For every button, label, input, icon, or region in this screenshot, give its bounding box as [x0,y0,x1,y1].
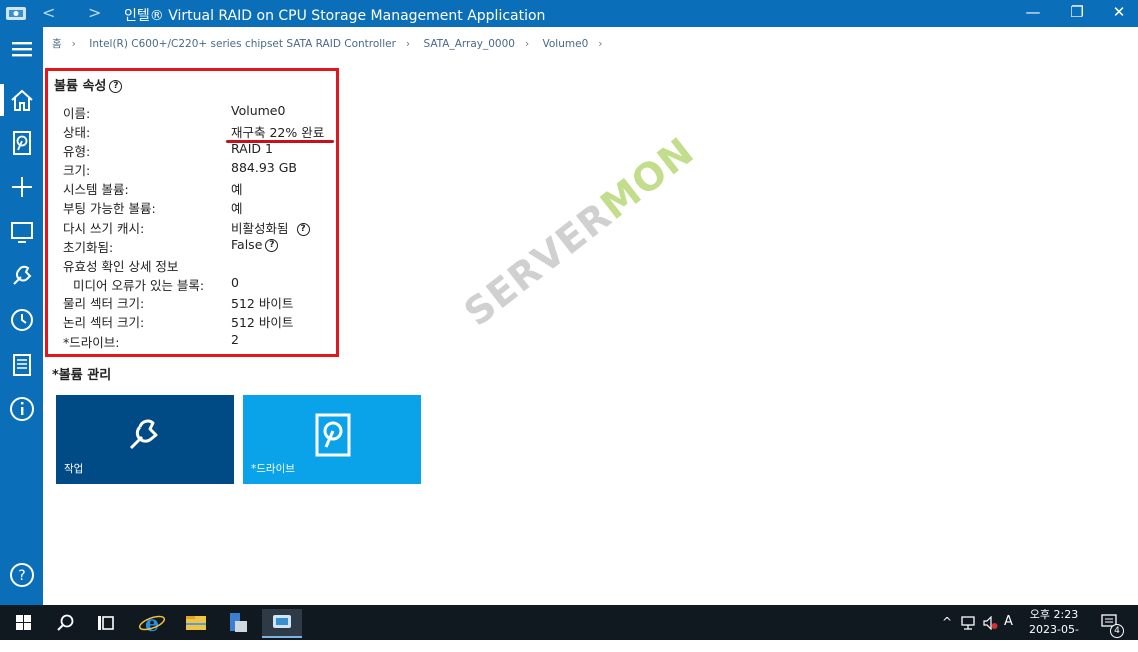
wrench-icon[interactable] [8,262,36,290]
prop-value-drives: 2 [231,332,239,347]
breadcrumb-volume[interactable]: Volume0 [543,38,589,50]
task-view-icon[interactable] [86,609,126,636]
forward-button[interactable]: > [88,3,101,22]
prop-value-initialized: False? [231,237,279,252]
plus-icon[interactable] [8,173,36,201]
taskbar-clock[interactable]: 오후 2:23 2023-05-11 [1024,607,1084,652]
monitor-icon[interactable] [8,218,36,246]
clock-date: 2023-05-11 [1029,623,1079,651]
menu-icon[interactable] [8,35,36,63]
prop-label-physical-sector: 물리 섹터 크기: [63,296,145,311]
help-icon[interactable]: ? [109,80,123,93]
prop-label-size: 크기: [63,163,91,178]
back-button[interactable]: < [42,3,55,22]
clock-time: 오후 2:23 [1029,608,1079,621]
tile-drives[interactable]: *드라이브 [243,395,421,484]
document-icon[interactable] [8,351,36,379]
chevron-up-icon[interactable]: ^ [942,615,952,629]
volume-muted-icon[interactable] [982,616,998,630]
prop-value-size: 884.93 GB [231,160,297,175]
notification-count: 4 [1110,624,1124,638]
breadcrumb-controller[interactable]: Intel(R) C600+/C220+ series chipset SATA… [89,38,396,50]
prop-value-type: RAID 1 [231,141,273,156]
info-icon[interactable] [8,395,36,423]
prop-label-type: 유형: [63,144,91,159]
prop-label-write-cache: 다시 쓰기 캐시: [63,221,145,236]
prop-label-system-volume: 시스템 볼륨: [63,182,129,197]
breadcrumb-separator: › [598,38,603,50]
help-icon[interactable]: ? [296,223,310,236]
raid-app-taskbar-icon[interactable] [262,609,302,638]
prop-value-logical-sector: 512 바이트 [231,315,294,330]
tile-tasks[interactable]: 작업 [56,395,234,484]
sidebar: ? [0,27,43,605]
prop-label-status: 상태: [63,125,91,140]
tile-tasks-label: 작업 [64,463,84,475]
file-explorer-icon[interactable] [176,609,216,636]
app-icon [6,7,26,20]
close-button[interactable]: ✕ [1106,3,1132,21]
prop-label-name: 이름: [63,106,91,121]
windows-start-icon[interactable] [4,609,44,636]
prop-value-media-errors: 0 [231,275,239,290]
help-icon[interactable]: ? [8,561,36,589]
prop-value-status: 재구축 22% 완료 [231,125,325,140]
prop-label-media-errors: 미디어 오류가 있는 블록: [73,278,205,293]
window-title: 인텔® Virtual RAID on CPU Storage Manageme… [124,8,546,24]
prop-label-drives: *드라이브: [63,335,120,350]
volume-management-heading: *볼륨 관리 [52,368,112,383]
prop-label-initialized: 초기화됨: [63,240,114,255]
breadcrumb-array[interactable]: SATA_Array_0000 [423,38,515,50]
prop-value-physical-sector: 512 바이트 [231,296,294,311]
restore-button[interactable]: ❐ [1064,3,1090,21]
breadcrumb: 홈 › Intel(R) C600+/C220+ series chipset S… [52,36,612,51]
home-icon[interactable] [8,86,36,114]
properties-heading: 볼륨 속성? [54,75,123,94]
minimize-button[interactable]: — [1020,3,1046,21]
prop-value-write-cache: 비활성화됨? [231,218,310,237]
breadcrumb-separator: › [71,38,76,50]
selected-indicator [0,84,4,116]
prop-label-logical-sector: 논리 섹터 크기: [63,315,145,330]
help-icon[interactable]: ? [265,239,279,252]
hard-drive-icon [315,413,351,457]
server-manager-icon[interactable] [218,609,258,636]
breadcrumb-separator: › [405,38,411,50]
volume-properties-panel: 볼륨 속성? 이름: Volume0 상태: 재구축 22% 완료 유형: RA… [45,68,339,357]
prop-value-system-volume: 예 [231,182,243,197]
internet-explorer-icon[interactable]: e [132,609,172,636]
wrench-icon [129,419,158,450]
breadcrumb-separator: › [524,38,530,50]
title-bar: < > 인텔® Virtual RAID on CPU Storage Mana… [0,0,1138,27]
prop-value-bootable: 예 [231,201,243,216]
tile-drives-label: *드라이브 [251,463,295,475]
clock-icon[interactable] [8,306,36,334]
network-icon[interactable] [960,616,976,630]
prop-label-bootable: 부팅 가능한 볼륨: [63,201,156,216]
input-language-indicator[interactable]: A [1004,614,1013,629]
prop-label-verification: 유효성 확인 상세 정보 [63,259,179,274]
watermark: SERVERMON [456,128,703,335]
drive-icon[interactable] [8,129,36,157]
breadcrumb-home[interactable]: 홈 [52,38,62,50]
svg-text:e: e [145,611,159,636]
search-icon[interactable] [45,609,85,636]
prop-value-name: Volume0 [231,103,286,118]
taskbar: e ^ A 오후 2:23 2023-05-11 4 [0,605,1138,651]
svg-text:?: ? [18,568,25,584]
